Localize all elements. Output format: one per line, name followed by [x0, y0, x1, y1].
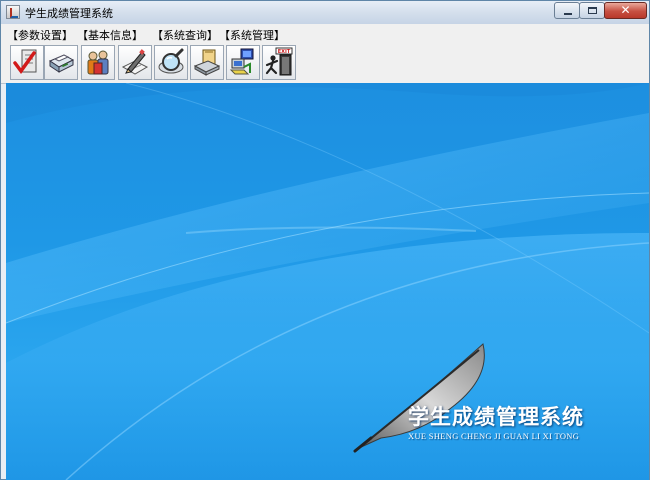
toolbar-button-parameters[interactable] — [10, 45, 44, 80]
edit-document-icon — [121, 49, 149, 75]
main-background: 学生成绩管理系统 XUE SHENG CHENG JI GUAN LI XI T… — [6, 83, 649, 480]
checklist-icon — [13, 49, 37, 74]
toolbar-button-network[interactable] — [226, 45, 260, 80]
menu-system-management[interactable]: 【系统管理】 — [219, 27, 285, 43]
brand-title: 学生成绩管理系统 — [408, 405, 584, 429]
exit-door-icon: EXIT — [265, 47, 293, 76]
menu-bar: 【参数设置】 【基本信息】 【系统查询】 【系统管理】 — [1, 24, 649, 44]
toolbar: EXIT — [1, 43, 649, 84]
toolbar-button-users[interactable] — [81, 45, 115, 80]
app-window: 学生成绩管理系统 ✕ 【参数设置】 【基本信息】 【系统查询】 【系统管理】 E… — [0, 0, 650, 480]
minimize-icon — [564, 13, 572, 15]
title-bar[interactable]: 学生成绩管理系统 ✕ — [1, 1, 649, 24]
minimize-button[interactable] — [554, 2, 580, 19]
window-title: 学生成绩管理系统 — [25, 7, 113, 20]
toolbar-button-exit[interactable]: EXIT — [262, 45, 296, 80]
toolbar-button-query[interactable] — [154, 45, 188, 80]
exit-sign-label: EXIT — [278, 49, 291, 55]
toolbar-button-edit[interactable] — [118, 45, 152, 80]
toolbar-button-print[interactable] — [44, 45, 78, 80]
search-magnifier-icon — [158, 48, 184, 74]
menu-parameter-settings[interactable]: 【参数设置】 — [7, 27, 73, 43]
menu-basic-info[interactable]: 【基本信息】 — [77, 27, 143, 43]
toolbar-button-files[interactable] — [190, 45, 224, 80]
brand-subtitle: XUE SHENG CHENG JI GUAN LI XI TONG — [408, 431, 580, 441]
close-button[interactable]: ✕ — [604, 2, 647, 19]
maximize-button[interactable] — [579, 2, 605, 19]
network-computer-icon — [229, 48, 254, 75]
maximize-icon — [588, 7, 597, 14]
window-controls: ✕ — [554, 2, 647, 20]
app-icon[interactable] — [6, 5, 20, 19]
users-icon — [87, 50, 109, 75]
close-icon: ✕ — [620, 3, 631, 17]
printer-icon — [48, 54, 75, 73]
folder-computer-icon — [193, 49, 221, 76]
menu-system-query[interactable]: 【系统查询】 — [152, 27, 218, 43]
